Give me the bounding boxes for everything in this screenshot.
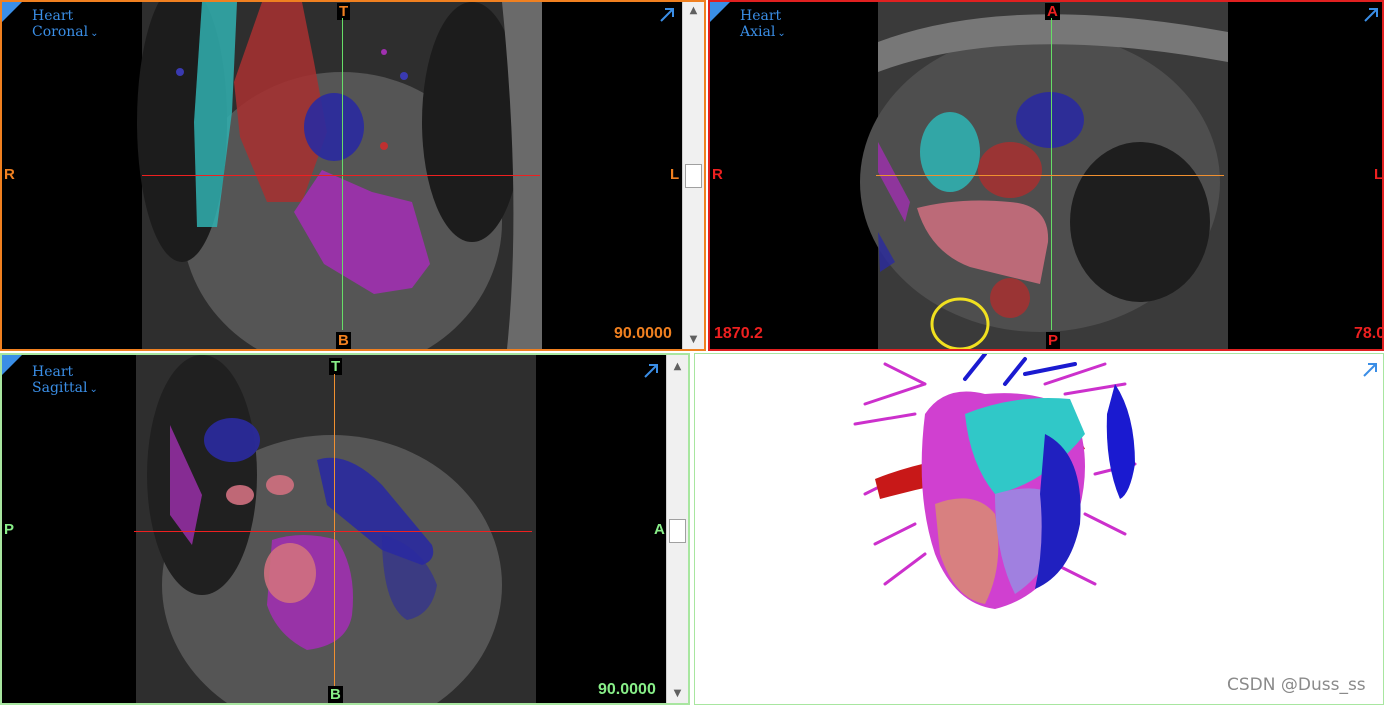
orientation-bottom: B — [328, 686, 343, 703]
view-title: Heart — [740, 8, 782, 24]
orientation-left: R — [712, 166, 723, 183]
chevron-down-icon: ⌄ — [89, 384, 98, 395]
orientation-left: P — [4, 521, 15, 538]
view-title: Heart — [32, 8, 74, 24]
view-mode-label: Coronal — [32, 24, 89, 40]
coronal-crosshair-vertical[interactable] — [342, 18, 343, 330]
axial-crosshair-vertical[interactable] — [1051, 18, 1052, 330]
view-title: Heart — [32, 364, 74, 380]
heart-3d-model[interactable] — [845, 354, 1145, 644]
scrollbar-thumb[interactable] — [685, 164, 702, 188]
orientation-bottom: B — [336, 332, 351, 349]
view-mode-dropdown[interactable]: Sagittal ⌄ — [32, 380, 98, 398]
orientation-top: A — [1045, 3, 1060, 20]
sagittal-crosshair-vertical[interactable] — [334, 374, 335, 686]
maximize-icon[interactable] — [658, 6, 676, 24]
orientation-top: T — [329, 358, 343, 375]
coronal-crosshair-horizontal[interactable] — [142, 175, 540, 176]
sagittal-view[interactable]: Heart Sagittal ⌄ T B P A 90.0000 ▲ ▼ — [0, 353, 690, 705]
orientation-bottom: P — [1046, 332, 1061, 349]
maximize-icon[interactable] — [1361, 361, 1379, 379]
view-mode-label: Axial — [740, 24, 776, 40]
sagittal-crosshair-horizontal[interactable] — [134, 531, 532, 532]
slice-position-readout: 78.0 — [1354, 325, 1384, 342]
chevron-down-icon[interactable]: ▼ — [667, 685, 688, 703]
watermark: CSDN @Duss_ss — [1227, 675, 1366, 695]
slice-position-readout: 90.0000 — [614, 325, 672, 342]
orientation-left: R — [4, 166, 15, 183]
scrollbar-thumb[interactable] — [669, 519, 686, 543]
view-mode-label: Sagittal — [32, 380, 88, 396]
view-corner-marker — [710, 2, 730, 22]
slice-scrollbar[interactable]: ▲ ▼ — [666, 355, 688, 703]
chevron-down-icon[interactable]: ▼ — [683, 331, 704, 349]
view-mode-dropdown[interactable]: Axial ⌄ — [740, 24, 786, 42]
view-corner-marker — [2, 2, 22, 22]
chevron-up-icon[interactable]: ▲ — [667, 358, 688, 376]
view-label[interactable]: Heart Coronal ⌄ — [32, 8, 99, 42]
view-mode-dropdown[interactable]: Coronal ⌄ — [32, 24, 99, 42]
window-level-readout: 1870.2 — [714, 325, 763, 342]
axial-crosshair-horizontal[interactable] — [876, 175, 1224, 176]
chevron-down-icon: ⌄ — [90, 28, 99, 39]
orientation-right: L — [670, 166, 680, 183]
view-label[interactable]: Heart Axial ⌄ — [740, 8, 786, 42]
view-corner-marker — [2, 355, 22, 375]
maximize-icon[interactable] — [642, 362, 660, 380]
orientation-right: A — [654, 521, 665, 538]
view-label[interactable]: Heart Sagittal ⌄ — [32, 364, 98, 398]
orientation-top: T — [337, 3, 351, 20]
orientation-right: L — [1374, 166, 1384, 183]
maximize-icon[interactable] — [1362, 6, 1380, 24]
slice-position-readout: 90.0000 — [598, 681, 656, 698]
chevron-down-icon: ⌄ — [777, 28, 786, 39]
render-3d-view[interactable]: CSDN @Duss_ss — [694, 353, 1384, 705]
slice-scrollbar[interactable]: ▲ ▼ — [682, 2, 704, 349]
chevron-up-icon[interactable]: ▲ — [683, 2, 704, 20]
